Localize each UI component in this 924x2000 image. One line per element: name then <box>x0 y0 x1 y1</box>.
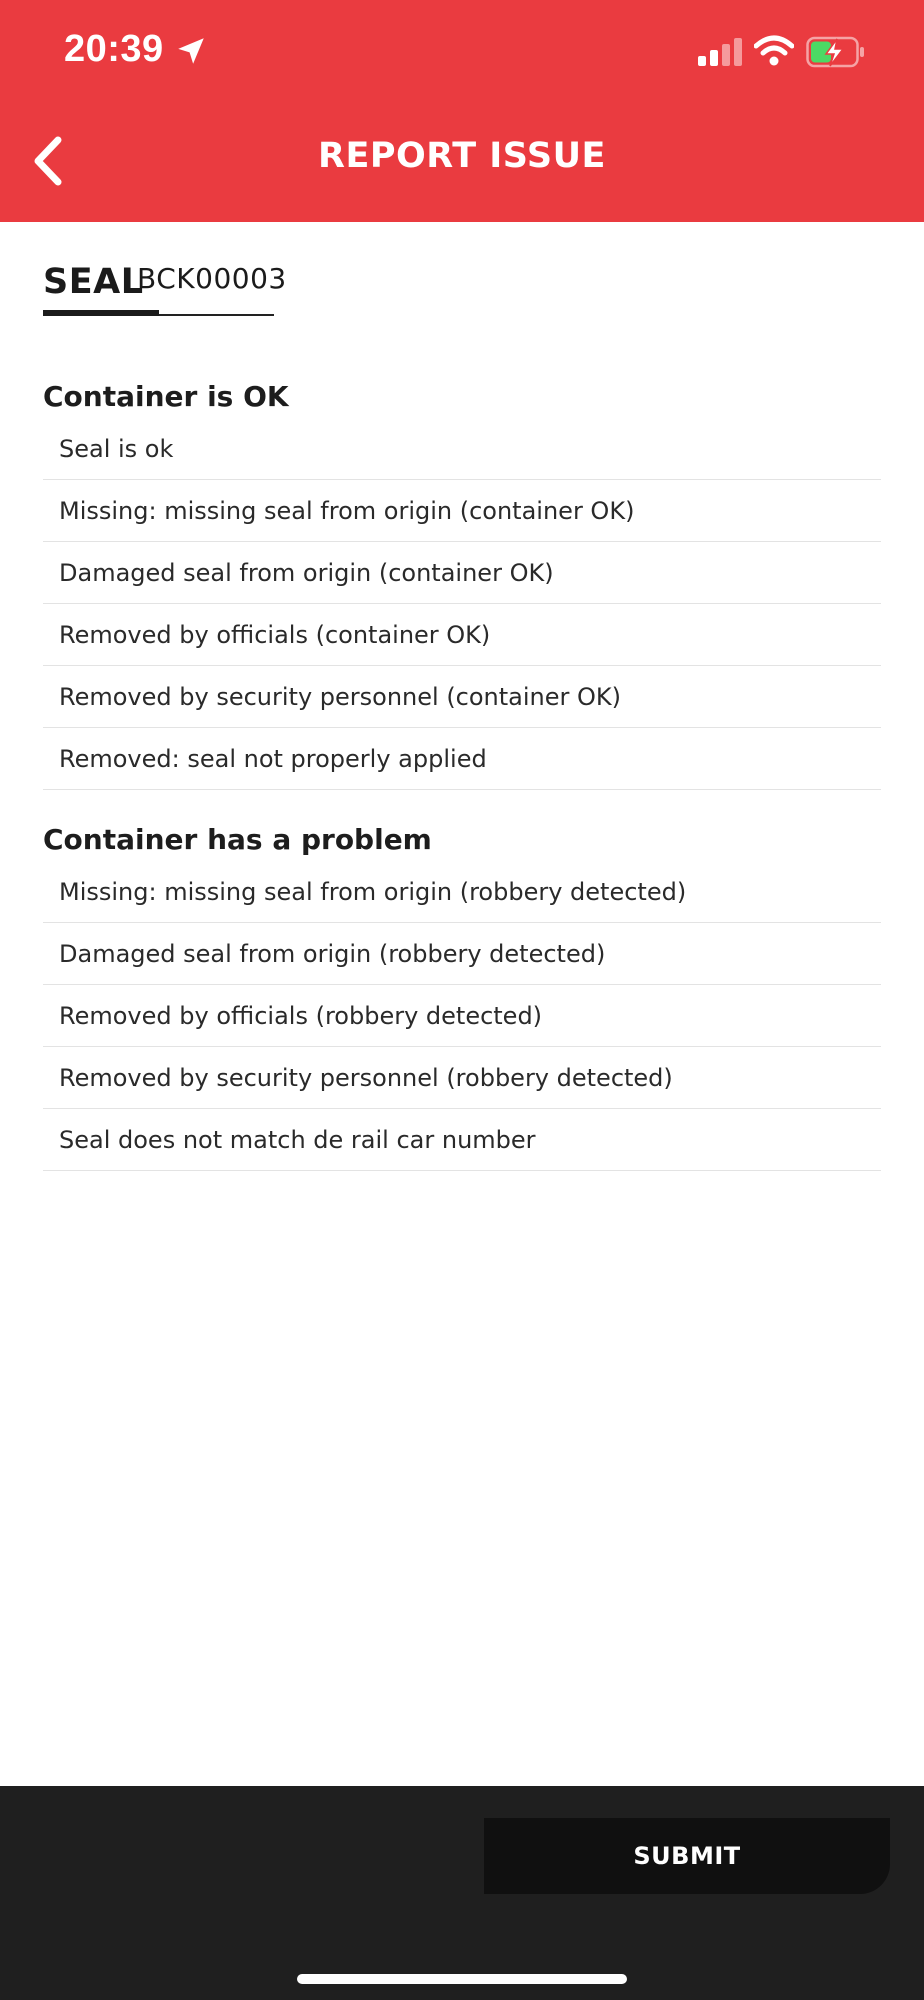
section-heading-container-ok: Container is OK <box>43 380 289 413</box>
list-item[interactable]: Removed by officials (robbery detected) <box>43 985 881 1047</box>
seal-label: SEAL <box>43 262 144 302</box>
list-item[interactable]: Missing: missing seal from origin (robbe… <box>43 861 881 923</box>
cellular-signal-icon <box>698 38 742 66</box>
section-heading-container-problem: Container has a problem <box>43 823 432 856</box>
list-item[interactable]: Removed by officials (container OK) <box>43 604 881 666</box>
seal-tab[interactable]: SEAL BCK00003 <box>43 258 286 316</box>
list-item[interactable]: Removed by security personnel (robbery d… <box>43 1047 881 1109</box>
location-arrow-icon <box>178 38 204 64</box>
list-item[interactable]: Damaged seal from origin (container OK) <box>43 542 881 604</box>
list-item[interactable]: Removed: seal not properly applied <box>43 728 881 790</box>
container-problem-options: Missing: missing seal from origin (robbe… <box>43 861 881 1171</box>
status-time: 20:39 <box>64 28 164 70</box>
page-title: REPORT ISSUE <box>318 136 606 176</box>
container-ok-options: Seal is ok Missing: missing seal from or… <box>43 418 881 790</box>
list-item[interactable]: Damaged seal from origin (robbery detect… <box>43 923 881 985</box>
list-item[interactable]: Missing: missing seal from origin (conta… <box>43 480 881 542</box>
footer-bar: SUBMIT <box>0 1786 924 2000</box>
battery-charging-icon <box>806 36 864 68</box>
home-indicator[interactable] <box>297 1974 627 1984</box>
seal-tab-active-indicator <box>43 310 159 316</box>
wifi-icon <box>754 35 794 66</box>
list-item[interactable]: Removed by security personnel (container… <box>43 666 881 728</box>
seal-number: BCK00003 <box>137 262 287 295</box>
list-item[interactable]: Seal is ok <box>43 418 881 480</box>
list-item[interactable]: Seal does not match de rail car number <box>43 1109 881 1171</box>
submit-button[interactable]: SUBMIT <box>484 1818 890 1894</box>
status-bar: 20:39 <box>0 0 924 104</box>
app-header: 20:39 REPORT ISSUE <box>0 0 924 222</box>
